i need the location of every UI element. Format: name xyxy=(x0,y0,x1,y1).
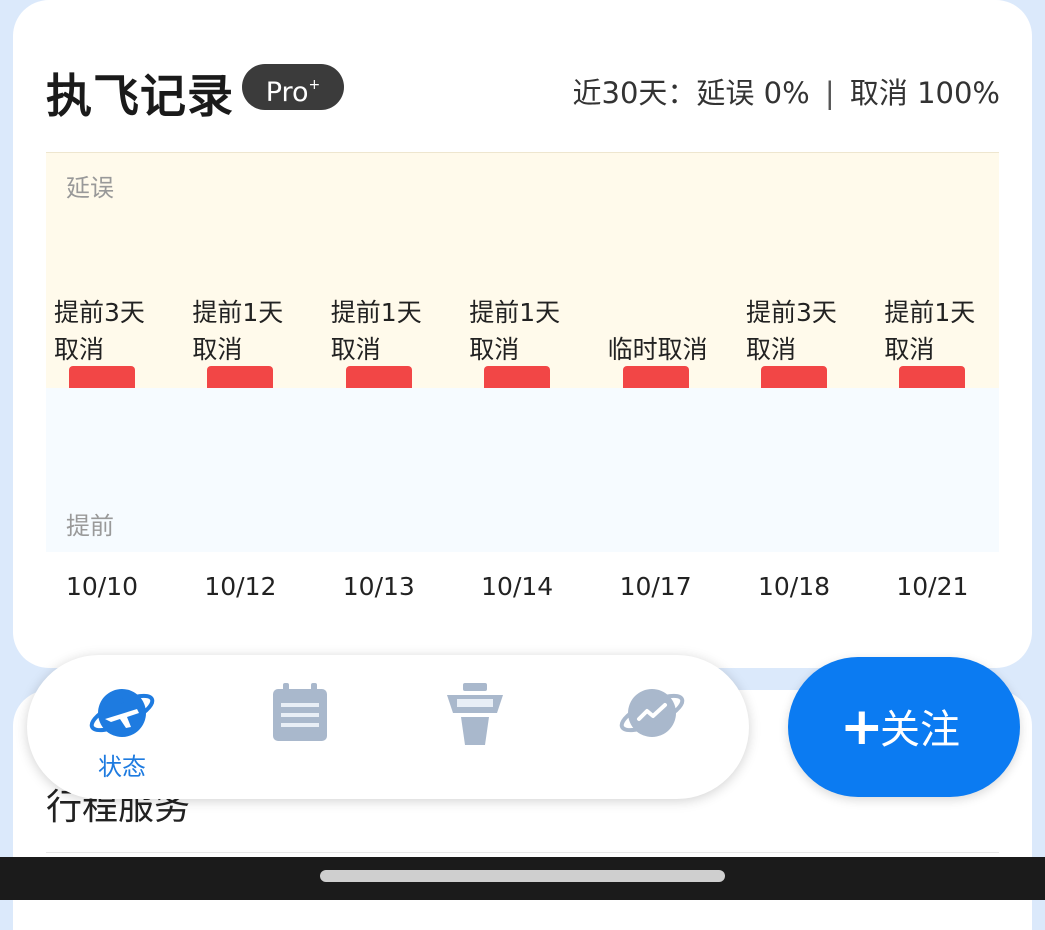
early-band-label: 提前 xyxy=(66,512,114,540)
delay-stat: 近30天：延误 0% xyxy=(572,76,810,110)
tab-status[interactable]: 状态 xyxy=(27,655,217,799)
pro-badge-label: Pro xyxy=(265,77,309,108)
date-tick-label: 10/14 xyxy=(481,572,554,601)
home-indicator[interactable] xyxy=(320,870,725,882)
cancel-bar[interactable] xyxy=(484,366,551,388)
early-band xyxy=(46,388,999,552)
delay-band-label: 延误 xyxy=(66,174,114,202)
status-label: 提前3天 取消 xyxy=(746,298,837,364)
date-tick-label: 10/17 xyxy=(619,572,692,601)
status-label: 提前1天 取消 xyxy=(884,298,976,364)
plus-icon: + xyxy=(840,697,884,757)
status-label: 提前1天 取消 xyxy=(469,298,561,364)
date-tick-label: 10/13 xyxy=(342,572,415,601)
date-tick-label: 10/12 xyxy=(204,572,277,601)
follow-button[interactable]: + 关注 xyxy=(788,657,1020,797)
cancel-bar[interactable] xyxy=(345,366,412,388)
status-label: 临时取消 xyxy=(607,335,708,364)
calendar-icon xyxy=(273,683,327,741)
trend-globe-icon xyxy=(619,689,685,737)
cancel-bar[interactable] xyxy=(622,366,689,388)
tab-status-label: 状态 xyxy=(98,753,146,781)
follow-button-label: 关注 xyxy=(880,707,960,753)
cancel-bar[interactable] xyxy=(207,366,274,388)
stats-separator: | xyxy=(824,76,835,110)
status-label: 提前1天 取消 xyxy=(330,298,422,364)
cancel-bar[interactable] xyxy=(69,366,135,388)
divider xyxy=(46,852,999,853)
status-label: 提前3天 取消 xyxy=(54,298,145,364)
pro-badge[interactable]: Pro+ xyxy=(242,64,344,110)
date-tick-label: 10/18 xyxy=(757,572,831,601)
plane-globe-icon xyxy=(89,689,155,737)
tab-calendar[interactable] xyxy=(205,655,395,799)
date-tick-label: 10/10 xyxy=(65,572,139,601)
date-tick-label: 10/21 xyxy=(896,572,969,601)
control-tower-icon xyxy=(447,683,503,745)
tab-airport[interactable] xyxy=(380,655,570,799)
stats-summary: 近30天：延误 0% | 取消 100% xyxy=(573,70,1001,112)
bottom-tab-bar: 状态 xyxy=(27,655,749,799)
tab-trend[interactable] xyxy=(557,655,747,799)
pro-badge-mark: + xyxy=(308,77,321,93)
cancel-bar[interactable] xyxy=(761,366,827,388)
cancel-bar[interactable] xyxy=(899,366,966,388)
status-label: 提前1天 取消 xyxy=(192,298,284,364)
page-title: 执飞记录 xyxy=(46,69,234,123)
cancel-stat: 取消 100% xyxy=(849,76,1000,110)
flight-record-chart: 延误 提前 提前3天 取消 提前1天 取消 提前1天 取消 提前1天 取消 临时取消 提前… xyxy=(46,152,999,552)
